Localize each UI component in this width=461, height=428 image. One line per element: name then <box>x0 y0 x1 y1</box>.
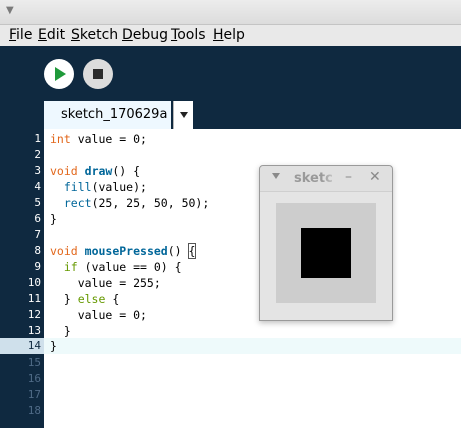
stop-button[interactable] <box>83 59 113 89</box>
code-line-1: int value = 0; <box>50 131 147 147</box>
sketch-canvas[interactable] <box>276 203 376 303</box>
code-line-13: } <box>50 324 71 338</box>
line-number: 1 <box>34 132 41 145</box>
code-text: (25, 25, 50, 50); <box>91 196 210 210</box>
close-icon[interactable]: ✕ <box>369 169 381 185</box>
menu-edit[interactable]: Edit <box>38 27 65 44</box>
menu-edit-label: dit <box>46 27 66 43</box>
line-number: 15 <box>27 356 41 369</box>
tab-sketch-label: sketch_170629a <box>61 107 168 122</box>
code-editor[interactable]: int value = 0; void draw() { fill(value)… <box>44 129 461 428</box>
line-number: 8 <box>34 244 41 257</box>
code-text: { <box>105 292 120 306</box>
code-text: } <box>50 292 78 306</box>
menu-edit-accel: E <box>38 27 47 43</box>
code-line-5: rect(25, 25, 50, 50); <box>50 195 209 211</box>
window-menu-icon[interactable] <box>272 173 280 179</box>
menu-bar: File Edit Sketch Debug Tools Help <box>0 25 461 46</box>
line-number: 6 <box>34 212 41 225</box>
keyword-if: if <box>63 260 78 274</box>
keyword-else: else <box>77 292 106 306</box>
line-number: 17 <box>27 388 41 401</box>
code-line-14: } <box>50 339 57 353</box>
menu-sketch-label: ketch <box>79 27 119 43</box>
chevron-down-icon <box>180 112 188 118</box>
menu-sketch[interactable]: Sketch <box>71 27 118 44</box>
function-mousepressed: mousePressed <box>84 244 168 258</box>
code-text: () { <box>112 164 141 178</box>
stop-icon <box>93 69 103 79</box>
menu-debug-accel: D <box>122 27 133 43</box>
line-number: 10 <box>27 276 41 289</box>
code-line-8: void mousePressed() { <box>50 243 197 259</box>
current-line-highlight <box>44 338 461 354</box>
menu-tools[interactable]: Tools <box>171 27 206 44</box>
line-number: 16 <box>27 372 41 385</box>
line-number: 7 <box>34 228 41 241</box>
drawn-rectangle <box>301 228 351 278</box>
tab-sketch[interactable]: sketch_170629a <box>44 101 171 129</box>
function-draw: draw <box>84 164 113 178</box>
menu-file-label: ile <box>16 27 33 43</box>
line-number: 3 <box>34 164 41 177</box>
code-line-9: if (value == 0) { <box>50 259 182 275</box>
menu-help-label: elp <box>223 27 245 43</box>
tab-strip: sketch_170629a <box>0 101 461 129</box>
menu-debug[interactable]: Debug <box>122 27 168 44</box>
menu-help[interactable]: Help <box>213 27 245 44</box>
line-number: 2 <box>34 148 41 161</box>
code-text: (value); <box>91 180 147 194</box>
run-button[interactable] <box>44 59 74 89</box>
code-line-10: value = 255; <box>50 276 161 290</box>
line-number-gutter: 1 2 3 4 5 6 7 8 9 10 11 12 13 14 15 16 1… <box>0 129 44 428</box>
code-line-6: } <box>50 212 57 226</box>
line-number: 11 <box>27 292 41 305</box>
keyword-void: void <box>50 244 78 258</box>
minimize-icon[interactable]: – <box>345 169 352 185</box>
function-fill: fill <box>63 180 92 194</box>
sketch-output-window[interactable]: sketc – ✕ <box>259 165 393 321</box>
matched-brace: { <box>187 243 197 259</box>
play-icon <box>55 67 66 81</box>
code-line-4: fill(value); <box>50 179 147 195</box>
menu-debug-label: ebug <box>132 27 169 43</box>
toolbar <box>0 46 461 101</box>
tab-menu-button[interactable] <box>173 101 193 129</box>
line-number: 4 <box>34 180 41 193</box>
menu-file-accel: F <box>9 27 17 43</box>
code-line-3: void draw() { <box>50 163 140 179</box>
keyword-int: int <box>50 132 71 146</box>
code-line-11: } else { <box>50 291 119 307</box>
code-line-12: value = 0; <box>50 308 147 322</box>
line-number: 18 <box>27 404 41 417</box>
menu-tools-label: ools <box>177 27 206 43</box>
menu-file[interactable]: File <box>9 27 32 44</box>
code-text: value = 0; <box>70 132 147 146</box>
function-rect: rect <box>63 196 92 210</box>
current-line-number: 14 <box>0 338 44 354</box>
line-number: 12 <box>27 308 41 321</box>
sketch-window-titlebar[interactable]: sketc – ✕ <box>260 166 392 192</box>
keyword-void: void <box>50 164 78 178</box>
window-menu-icon[interactable]: ▼ <box>6 5 14 17</box>
code-text: () <box>167 244 189 258</box>
title-fade <box>322 168 340 190</box>
line-number: 9 <box>34 260 41 273</box>
window-titlebar: ▼ <box>0 0 461 25</box>
menu-sketch-accel: S <box>71 27 80 43</box>
code-text: (value == 0) { <box>77 260 182 274</box>
menu-help-accel: H <box>213 27 224 43</box>
line-number: 13 <box>27 324 41 337</box>
line-number: 5 <box>34 196 41 209</box>
